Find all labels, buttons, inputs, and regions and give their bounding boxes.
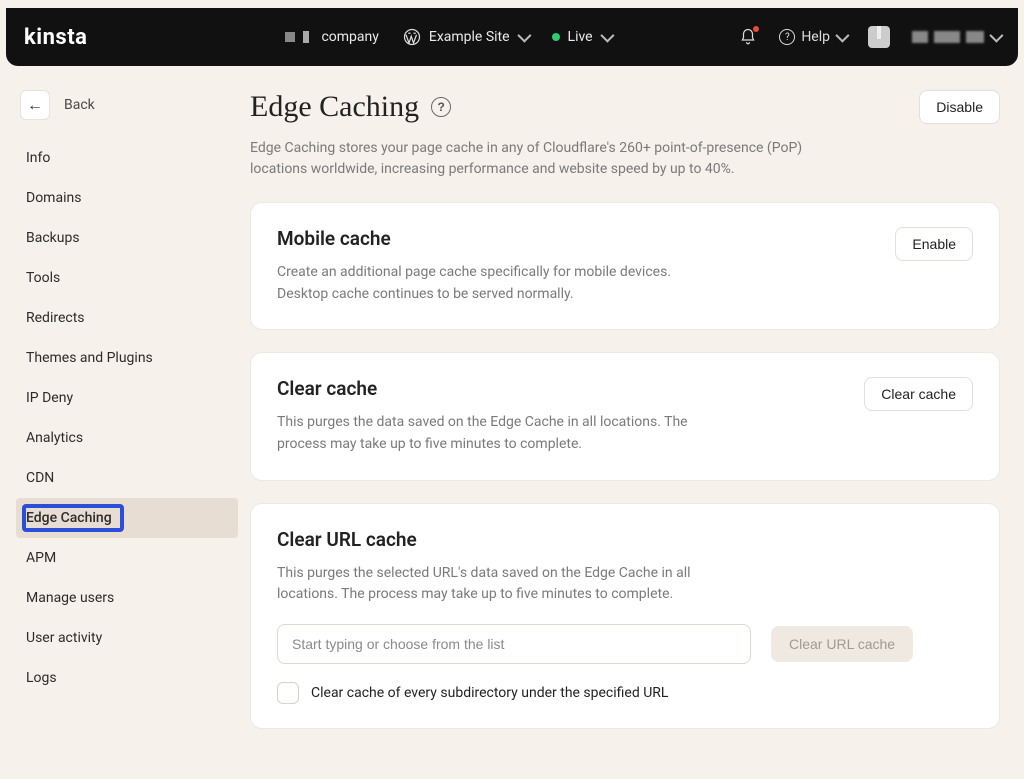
clear-url-cache-card: Clear URL cache This purges the selected… xyxy=(250,503,1000,729)
sidebar-item-label: Analytics xyxy=(26,430,83,446)
chevron-down-icon xyxy=(517,29,531,43)
sidebar: ← Back Info Domains Backups Tools Redirects T… xyxy=(6,76,238,767)
sidebar-item-label: Edge Caching xyxy=(26,510,112,526)
sidebar-item-domains[interactable]: Domains xyxy=(16,178,238,218)
checkbox-label: Clear cache of every subdirectory under … xyxy=(311,685,668,701)
page-subtitle: Edge Caching stores your page cache in a… xyxy=(250,138,810,180)
sidebar-item-label: User activity xyxy=(26,630,102,646)
card-desc: This purges the selected URL's data save… xyxy=(277,563,737,606)
disable-button[interactable]: Disable xyxy=(919,90,1000,124)
card-title: Mobile cache xyxy=(277,227,697,250)
sidebar-item-ip-deny[interactable]: IP Deny xyxy=(16,378,238,418)
help-label: Help xyxy=(801,29,830,45)
card-title: Clear cache xyxy=(277,377,697,400)
sidebar-item-label: Info xyxy=(26,150,50,166)
clear-cache-button[interactable]: Clear cache xyxy=(864,377,973,411)
company-label: company xyxy=(321,29,378,45)
sidebar-item-user-activity[interactable]: User activity xyxy=(16,618,238,658)
page-title: Edge Caching ? xyxy=(250,90,451,124)
sidebar-item-label: Manage users xyxy=(26,590,114,606)
sidebar-item-themes-and-plugins[interactable]: Themes and Plugins xyxy=(16,338,238,378)
chevron-down-icon xyxy=(835,29,849,43)
clear-cache-card: Clear cache This purges the data saved o… xyxy=(250,352,1000,480)
sidebar-item-logs[interactable]: Logs xyxy=(16,658,238,698)
clear-url-cache-button[interactable]: Clear URL cache xyxy=(771,626,913,662)
user-menu[interactable] xyxy=(912,31,1000,43)
help-menu[interactable]: ? Help xyxy=(779,29,846,45)
avatar[interactable] xyxy=(868,26,890,48)
sidebar-item-analytics[interactable]: Analytics xyxy=(16,418,238,458)
topbar: kinsta company Example Site Live ? Help xyxy=(6,8,1018,66)
sidebar-item-info[interactable]: Info xyxy=(16,138,238,178)
env-label: Live xyxy=(568,29,593,45)
url-input[interactable] xyxy=(277,624,751,664)
company-icon xyxy=(285,32,295,42)
sidebar-item-label: Redirects xyxy=(26,310,85,326)
chevron-down-icon xyxy=(600,29,614,43)
site-label: Example Site xyxy=(429,29,510,45)
sidebar-item-label: Domains xyxy=(26,190,81,206)
help-icon: ? xyxy=(779,29,795,45)
sidebar-item-label: IP Deny xyxy=(26,390,73,406)
card-desc: This purges the data saved on the Edge C… xyxy=(277,412,697,455)
sidebar-item-manage-users[interactable]: Manage users xyxy=(16,578,238,618)
notification-badge-icon xyxy=(753,26,759,32)
sidebar-item-tools[interactable]: Tools xyxy=(16,258,238,298)
main-content: Edge Caching ? Disable Edge Caching stor… xyxy=(238,76,1018,767)
sidebar-item-label: Themes and Plugins xyxy=(26,350,153,366)
card-desc: Create an additional page cache specific… xyxy=(277,262,697,305)
sidebar-item-label: Logs xyxy=(26,670,57,686)
back-button[interactable]: ← xyxy=(20,90,50,120)
sidebar-item-cdn[interactable]: CDN xyxy=(16,458,238,498)
back-label: Back xyxy=(64,97,95,113)
enable-mobile-cache-button[interactable]: Enable xyxy=(895,227,973,261)
arrow-left-icon: ← xyxy=(27,95,43,115)
help-icon[interactable]: ? xyxy=(431,97,451,117)
sidebar-item-label: CDN xyxy=(26,470,54,486)
brand-logo: kinsta xyxy=(24,25,87,50)
sidebar-nav: Info Domains Backups Tools Redirects Themes a… xyxy=(16,138,238,698)
sidebar-item-apm[interactable]: APM xyxy=(16,538,238,578)
subdirectory-checkbox[interactable] xyxy=(277,682,299,704)
sidebar-item-edge-caching[interactable]: Edge Caching xyxy=(16,498,238,538)
company-switcher[interactable]: company xyxy=(285,29,378,45)
sidebar-item-label: APM xyxy=(26,550,56,566)
card-title: Clear URL cache xyxy=(277,528,973,551)
mobile-cache-card: Mobile cache Create an additional page c… xyxy=(250,202,1000,330)
env-switcher[interactable]: Live xyxy=(552,29,611,45)
site-switcher[interactable]: Example Site xyxy=(403,28,528,46)
chevron-down-icon xyxy=(989,29,1003,43)
notifications-button[interactable] xyxy=(739,28,757,46)
sidebar-item-label: Tools xyxy=(26,270,60,286)
wordpress-icon xyxy=(403,28,421,46)
sidebar-item-redirects[interactable]: Redirects xyxy=(16,298,238,338)
sidebar-item-backups[interactable]: Backups xyxy=(16,218,238,258)
company-icon xyxy=(303,31,309,43)
sidebar-item-label: Backups xyxy=(26,230,80,246)
status-dot-icon xyxy=(552,33,560,41)
